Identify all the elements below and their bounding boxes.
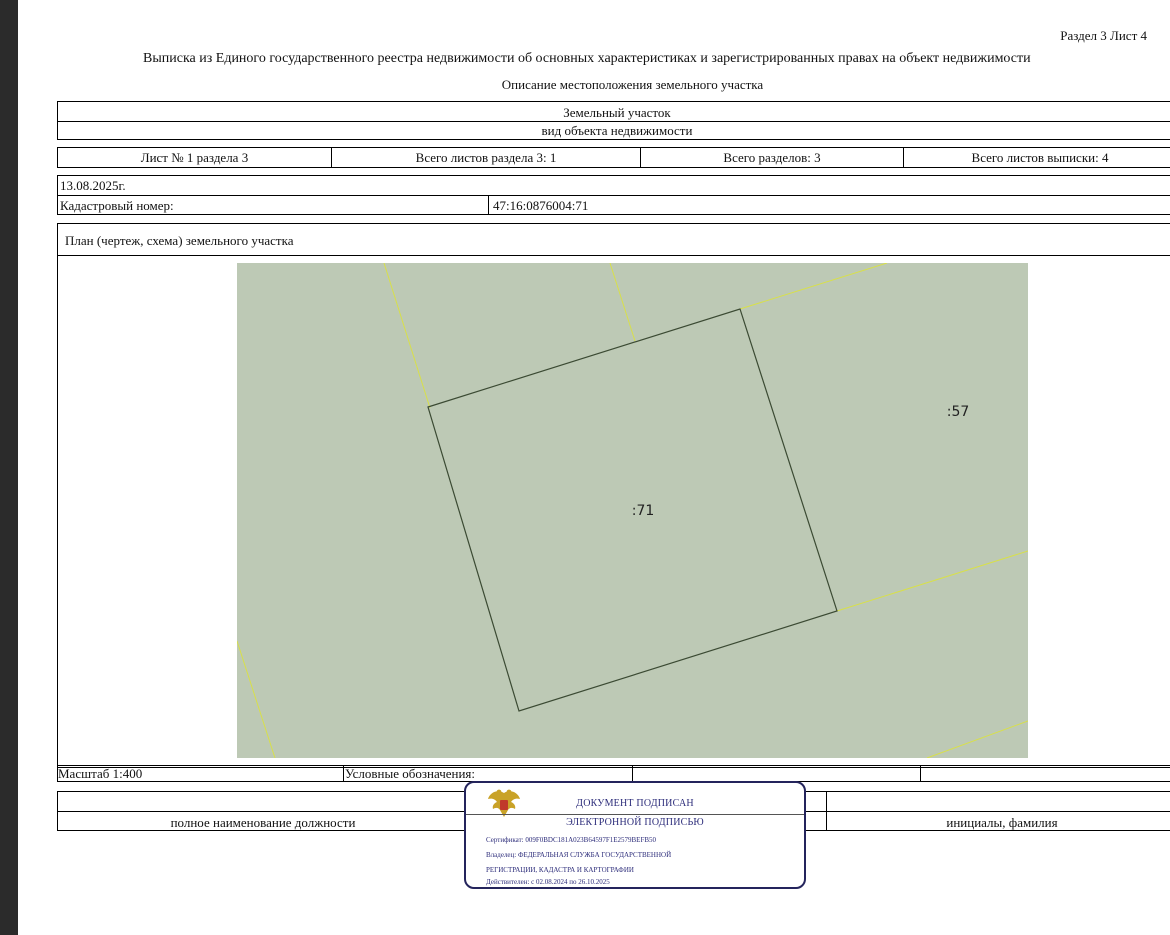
stamp-owner-1: Владелец: ФЕДЕРАЛЬНАЯ СЛУЖБА ГОСУДАРСТВЕ… [486,851,672,859]
legend-label: Условные обозначения: [345,766,476,781]
total-sections: Всего разделов: 3 [723,150,821,165]
object-type-block: Земельный участок вид объекта недвижимос… [57,101,1170,140]
viewer-left-edge [0,0,18,935]
boundary-line [609,263,636,342]
total-sheets: Всего листов выписки: 4 [971,150,1109,165]
stamp-certificate: Сертификат: 009F0BDC181A023B64597F1E2579… [486,836,657,844]
map-scale: Масштаб 1:400 [58,766,143,781]
section-sheet-label: Раздел 3 Лист 4 [1060,28,1147,43]
boundary-line [383,263,431,409]
boundary-line [926,720,1028,758]
position-caption: полное наименование должности [170,815,356,830]
stamp-validity: Действителен: с 02.08.2024 по 26.10.2025 [486,878,610,886]
electronic-signature-stamp: ДОКУМЕНТ ПОДПИСАН ЭЛЕКТРОННОЙ ПОДПИСЬЮ С… [464,781,806,889]
document-title: Выписка из Единого государственного реес… [143,51,1031,66]
object-type-caption: вид объекта недвижимости [541,123,693,138]
parcel-map: :71 :57 [237,263,1028,758]
sheet-info-row: Лист № 1 раздела 3 Всего листов раздела … [57,147,1170,168]
scale-legend-row: Масштаб 1:400 Условные обозначения: [57,765,1170,782]
parcel-map-drawing: :71 :57 [237,263,1028,758]
plan-title: План (чертеж, схема) земельного участка [65,233,294,248]
boundary-line [836,550,1028,612]
name-caption: инициалы, фамилия [946,815,1058,830]
boundary-line [739,263,888,310]
statement-date: 13.08.2025г. [60,178,126,193]
stamp-line-1: ДОКУМЕНТ ПОДПИСАН [576,798,694,809]
total-section-sheets: Всего листов раздела 3: 1 [415,150,557,165]
boundary-line [237,640,276,758]
parcel-57-label: :57 [947,404,970,420]
cadastral-number: 47:16:0876004:71 [493,198,589,213]
document-subtitle: Описание местоположения земельного участ… [501,77,764,92]
stamp-line-2: ЭЛЕКТРОННОЙ ПОДПИСЬЮ [566,817,704,828]
cadastral-block: 13.08.2025г. Кадастровый номер: 47:16:08… [57,175,1170,215]
parcel-71-label: :71 [632,503,655,519]
cadastral-label: Кадастровый номер: [60,198,174,213]
object-type: Земельный участок [563,105,671,120]
stamp-owner-2: РЕГИСТРАЦИИ, КАДАСТРА И КАРТОГРАФИИ [486,866,634,874]
sheet-number: Лист № 1 раздела 3 [140,150,249,165]
